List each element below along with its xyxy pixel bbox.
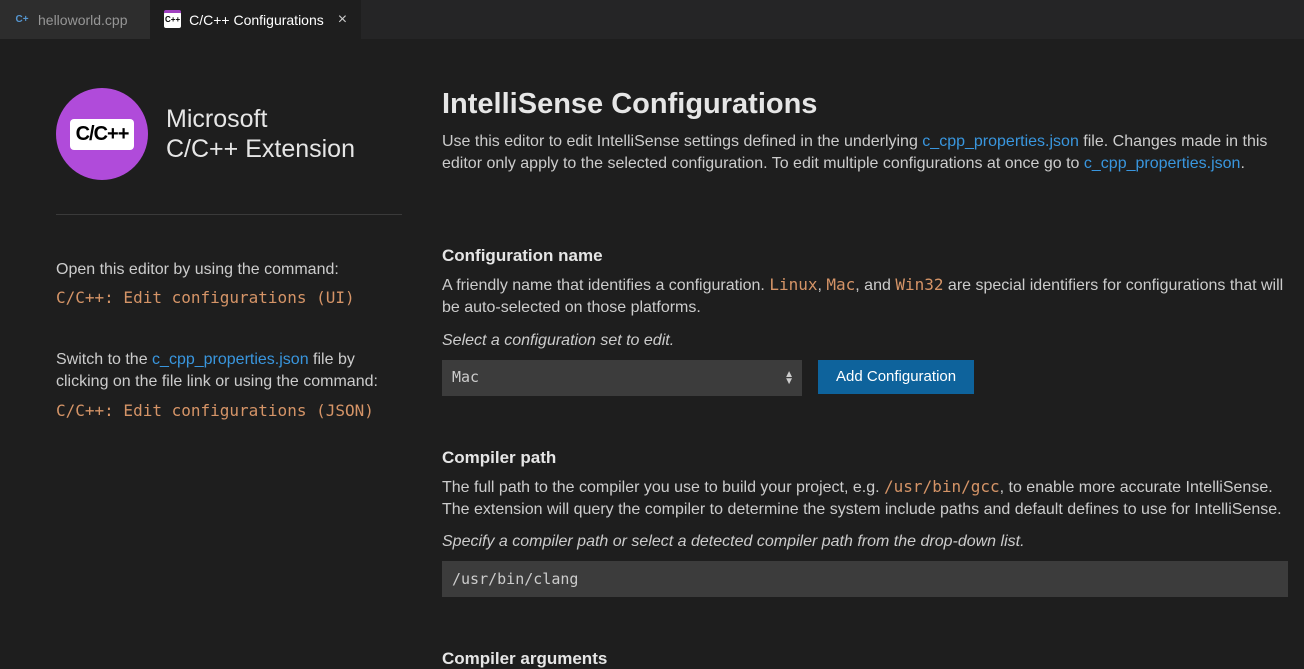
section-configuration-name: Configuration name A friendly name that … — [442, 246, 1288, 396]
title-line2: C/C++ Extension — [166, 135, 355, 163]
title-line1: Microsoft — [166, 105, 267, 133]
extension-title: Microsoft C/C++ Extension — [166, 104, 355, 164]
main-panel: IntelliSense Configurations Use this edi… — [430, 40, 1304, 669]
switch-command-block: Switch to the c_cpp_properties.json file… — [56, 349, 402, 423]
open-command-block: Open this editor by using the command: C… — [56, 259, 402, 311]
properties-json-link[interactable]: c_cpp_properties.json — [922, 133, 1079, 150]
logo-text: C/C++ — [70, 119, 135, 150]
properties-json-link[interactable]: c_cpp_properties.json — [1084, 155, 1241, 172]
switch-intro: Switch to the c_cpp_properties.json file… — [56, 349, 402, 394]
section-description: The full path to the compiler you use to… — [442, 476, 1288, 522]
code-gcc-path: /usr/bin/gcc — [884, 477, 1000, 496]
ccpp-extension-icon: C++ — [164, 12, 181, 28]
code-linux: Linux — [769, 275, 817, 294]
select-chevrons-icon: ▲▼ — [784, 371, 794, 385]
compiler-path-input[interactable] — [442, 561, 1288, 597]
section-heading: Configuration name — [442, 246, 1288, 266]
section-hint: Specify a compiler path or select a dete… — [442, 533, 1288, 551]
sidebar: C/C++ Microsoft C/C++ Extension Open thi… — [0, 40, 430, 669]
code-win32: Win32 — [895, 275, 943, 294]
section-heading: Compiler path — [442, 448, 1288, 468]
open-command-intro: Open this editor by using the command: — [56, 259, 402, 281]
extension-logo: C/C++ — [56, 88, 148, 180]
page-intro: Use this editor to edit IntelliSense set… — [442, 131, 1288, 176]
page-title: IntelliSense Configurations — [442, 88, 1288, 121]
select-value: Mac — [442, 360, 802, 394]
tab-helloworld[interactable]: C+ helloworld.cpp — [0, 0, 150, 39]
section-description: A friendly name that identifies a config… — [442, 274, 1288, 320]
switch-command-code: C/C++: Edit configurations (JSON) — [56, 401, 374, 420]
code-mac: Mac — [826, 275, 855, 294]
section-compiler-arguments: Compiler arguments Compiler arguments to… — [442, 649, 1288, 669]
open-command-code: C/C++: Edit configurations (UI) — [56, 288, 355, 307]
tab-ccpp-configurations[interactable]: C++ C/C++ Configurations × — [150, 0, 361, 39]
tab-bar: C+ helloworld.cpp C++ C/C++ Configuratio… — [0, 0, 1304, 40]
config-name-row: Mac ▲▼ Add Configuration — [442, 360, 1288, 396]
tab-label: C/C++ Configurations — [189, 12, 324, 28]
tab-label: helloworld.cpp — [38, 12, 136, 28]
sidebar-header: C/C++ Microsoft C/C++ Extension — [56, 88, 402, 215]
cpp-file-icon: C+ — [14, 12, 30, 28]
configuration-select[interactable]: Mac ▲▼ — [442, 360, 802, 396]
add-configuration-button[interactable]: Add Configuration — [818, 360, 974, 394]
close-icon[interactable]: × — [338, 11, 347, 29]
section-compiler-path: Compiler path The full path to the compi… — [442, 448, 1288, 598]
properties-json-link[interactable]: c_cpp_properties.json — [152, 351, 309, 368]
editor-content: C/C++ Microsoft C/C++ Extension Open thi… — [0, 40, 1304, 669]
section-heading: Compiler arguments — [442, 649, 1288, 669]
section-hint: Select a configuration set to edit. — [442, 332, 1288, 350]
